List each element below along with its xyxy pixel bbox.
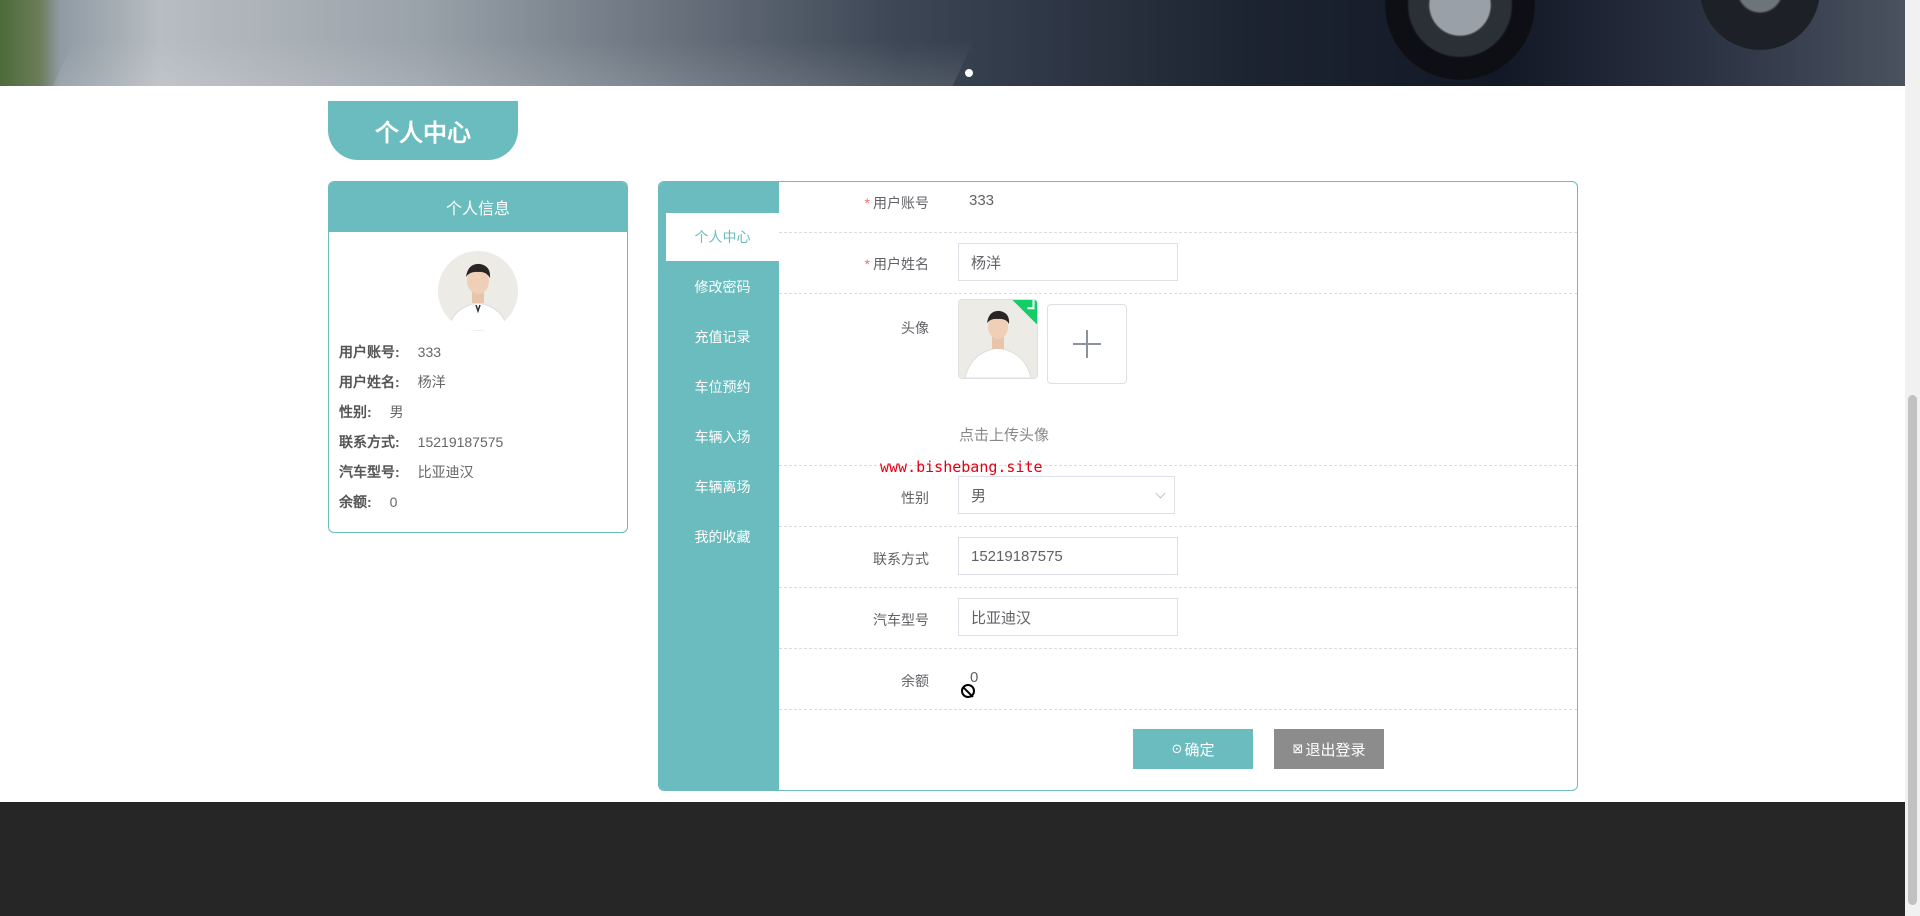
info-row-balance: 余额: 0 [339,487,503,517]
gender-selected-value: 男 [971,487,987,505]
confirm-button[interactable]: ⊙ 确定 [1133,729,1253,769]
tab-change-password[interactable]: 修改密码 [666,263,779,311]
tab-parking-reservation[interactable]: 车位预约 [666,363,779,411]
info-label: 汽车型号: [339,464,400,480]
check-circle-icon: ⊙ [1171,741,1183,756]
info-value: 男 [389,404,404,420]
required-mark: * [864,256,870,272]
info-value: 15219187575 [417,434,504,450]
scrollbar-thumb[interactable] [1908,395,1917,905]
gender-label: 性别 [901,490,929,506]
close-box-icon: ⊠ [1292,741,1304,756]
not-allowed-cursor-icon [961,684,975,698]
info-label: 联系方式: [339,434,400,450]
car-model-input[interactable]: 比亚迪汉 [958,598,1178,636]
info-label: 用户姓名: [339,374,400,390]
info-value: 333 [417,344,442,360]
account-label: * 用户账号 [864,195,929,211]
info-row-name: 用户姓名: 杨洋 [339,367,503,397]
phone-input[interactable]: 15219187575 [958,537,1178,575]
info-label: 余额: [339,494,372,510]
form-row-phone: 联系方式 15219187575 [779,527,1577,588]
form-row-name: * 用户姓名 杨洋 [779,233,1577,294]
profile-panel: 个人中心 修改密码 充值记录 车位预约 车辆入场 车辆离场 我的收藏 * 用户账号… [658,181,1578,791]
page-title: 个人中心 [328,101,518,160]
info-row-gender: 性别: 男 [339,397,503,427]
confirm-button-label: 确定 [1184,741,1215,759]
info-row-phone: 联系方式: 15219187575 [339,427,503,457]
name-label: * 用户姓名 [864,256,929,272]
form-row-account: * 用户账号 333 [779,182,1577,233]
tab-my-favorites[interactable]: 我的收藏 [666,513,779,561]
info-row-car-model: 汽车型号: 比亚迪汉 [339,457,503,487]
hero-banner [0,0,1905,86]
banner-car-wheel [1385,0,1535,80]
info-label: 用户账号: [339,344,400,360]
chevron-down-icon [1155,488,1166,499]
info-label: 性别: [339,404,372,420]
required-mark: * [864,195,870,211]
watermark-text: www.bishebang.site [880,458,1043,476]
banner-car-wheel-rear [1700,0,1820,50]
tab-personal-center[interactable]: 个人中心 [666,213,779,261]
banner-road-decoration [46,40,974,86]
phone-label: 联系方式 [873,551,929,567]
balance-value: 0 [970,669,979,686]
carousel-indicator-dot[interactable] [965,69,973,77]
tab-vehicle-exit[interactable]: 车辆离场 [666,463,779,511]
name-input[interactable]: 杨洋 [958,243,1178,281]
info-value: 0 [389,494,398,510]
personal-info-card: 个人信息 用户账号: 333 用户姓名: 杨洋 性别: 男 联系方式: 1521… [328,181,628,533]
info-value: 比亚迪汉 [417,464,474,480]
car-model-label: 汽车型号 [873,612,929,628]
tab-recharge-records[interactable]: 充值记录 [666,313,779,361]
tab-vehicle-entry[interactable]: 车辆入场 [666,413,779,461]
upload-avatar-tip: 点击上传头像 [959,427,1050,444]
page-scrollbar[interactable] [1905,0,1920,916]
info-row-account: 用户账号: 333 [339,337,503,367]
account-value: 333 [969,192,995,209]
profile-tab-bar: 个人中心 修改密码 充值记录 车位预约 车辆入场 车辆离场 我的收藏 [659,182,779,790]
personal-info-title: 个人信息 [329,182,627,232]
form-row-car-model: 汽车型号 比亚迪汉 [779,588,1577,649]
logout-button[interactable]: ⊠ 退出登录 [1274,729,1384,769]
uploaded-avatar-thumbnail[interactable] [958,299,1038,379]
balance-label: 余额 [901,673,929,689]
upload-avatar-button[interactable] [1047,304,1127,384]
personal-info-list: 用户账号: 333 用户姓名: 杨洋 性别: 男 联系方式: 152191875… [339,337,503,517]
form-row-avatar: 头像 点击上传头像 [779,294,1577,466]
avatar-image [438,251,518,331]
form-row-balance: 余额 0 [779,649,1577,710]
logout-button-label: 退出登录 [1305,741,1366,759]
avatar-label: 头像 [901,320,929,336]
avatar [438,251,518,331]
info-value: 杨洋 [417,374,446,390]
plus-icon-vertical [1086,330,1088,358]
gender-select[interactable]: 男 [958,476,1175,514]
page-footer [0,802,1905,916]
